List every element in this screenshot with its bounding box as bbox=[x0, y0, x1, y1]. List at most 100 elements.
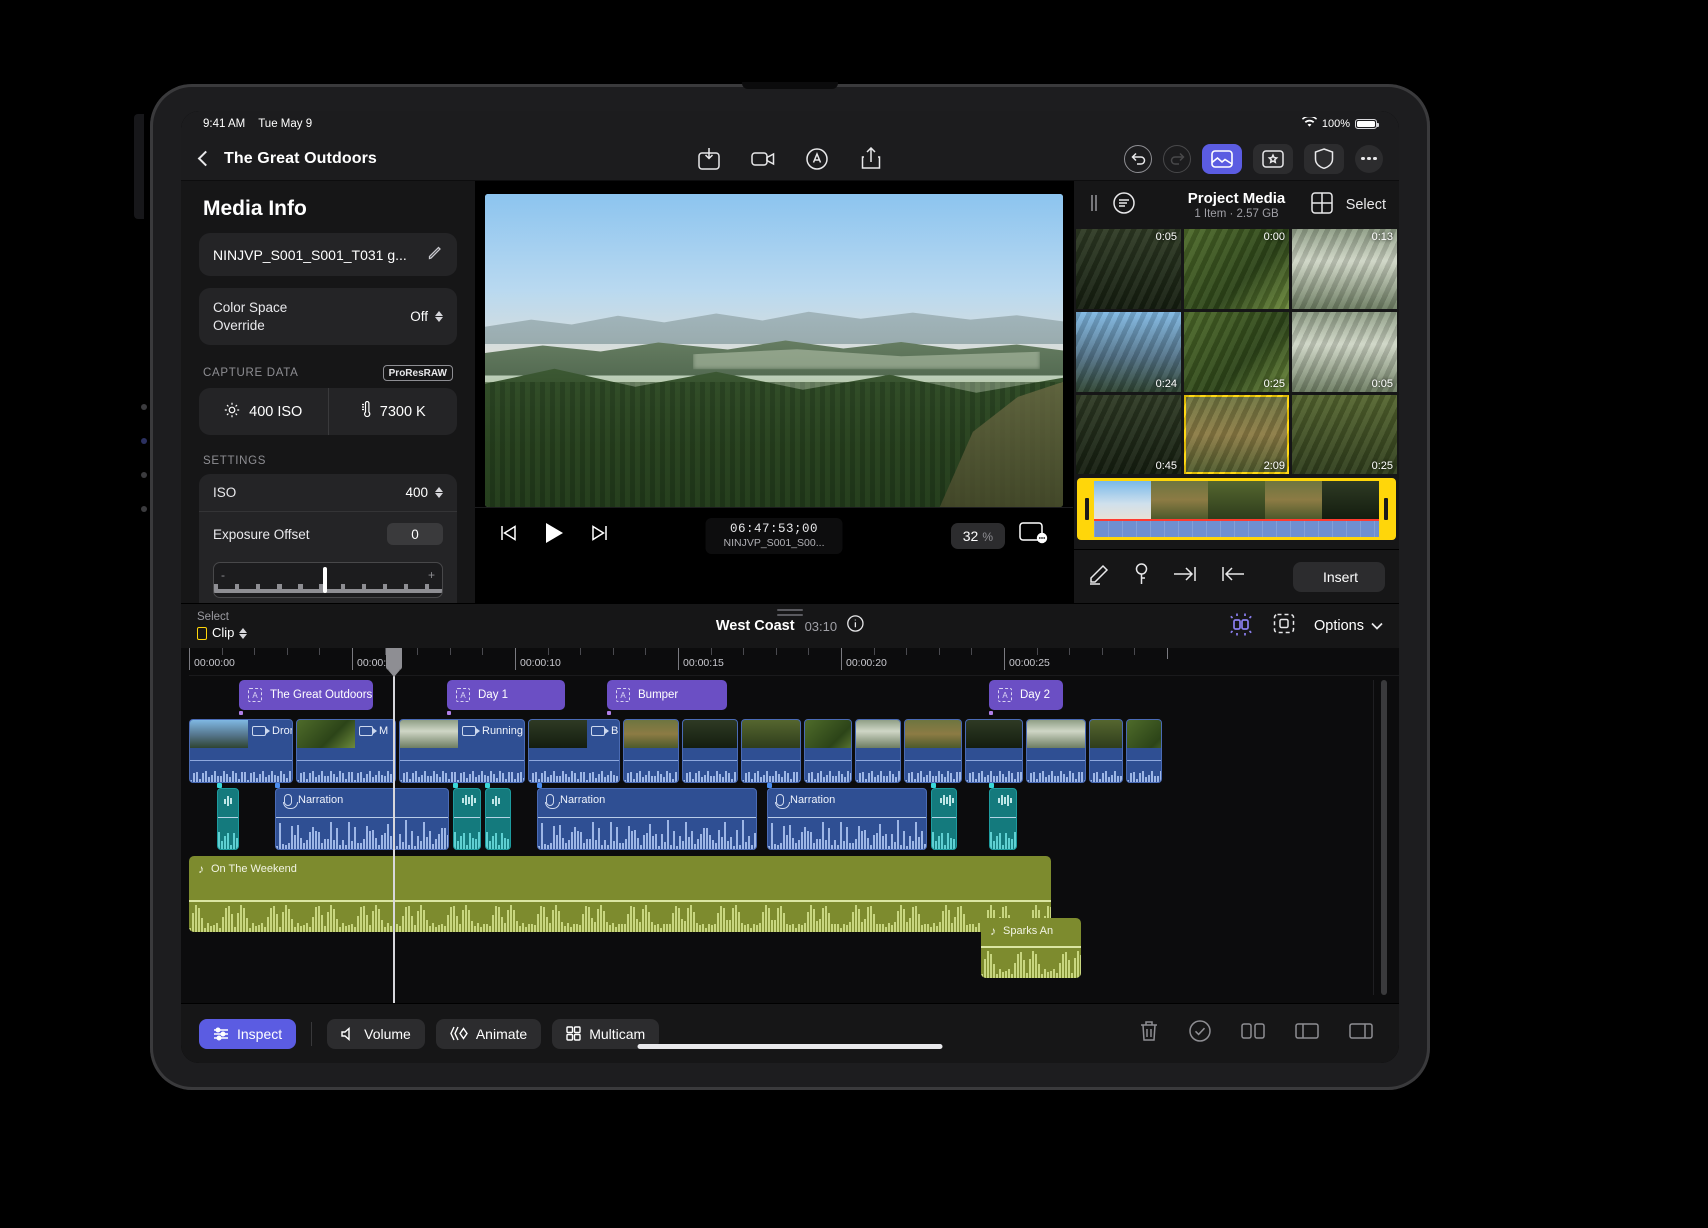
sound-effect-clip[interactable]: E bbox=[931, 788, 957, 850]
video-clip[interactable]: B bbox=[528, 719, 620, 783]
sound-effect-clip[interactable] bbox=[485, 788, 511, 850]
chevron-updown-icon[interactable] bbox=[239, 628, 248, 640]
slider-thumb[interactable] bbox=[323, 567, 328, 594]
timeline-project-name: West Coast bbox=[715, 618, 795, 634]
duplicate-icon[interactable] bbox=[1295, 1021, 1319, 1046]
play-icon[interactable] bbox=[543, 521, 565, 550]
video-clip[interactable]: Running W bbox=[399, 719, 525, 783]
clip-duration: 0:24 bbox=[1155, 377, 1177, 390]
insert-button[interactable]: Insert bbox=[1293, 562, 1385, 592]
zoom-level[interactable]: 32% bbox=[950, 522, 1005, 549]
narration-clip[interactable]: Narration bbox=[767, 788, 927, 850]
share-icon[interactable] bbox=[858, 146, 884, 172]
ruler-tick bbox=[873, 648, 875, 655]
crop-icon[interactable] bbox=[1272, 612, 1296, 640]
skip-back-icon[interactable] bbox=[499, 524, 517, 547]
inspect-button[interactable]: Inspect bbox=[199, 1018, 297, 1049]
video-clip[interactable] bbox=[1026, 719, 1086, 783]
key-icon[interactable] bbox=[1134, 563, 1149, 590]
clip-moss-tree[interactable]: 0:25 bbox=[1184, 311, 1289, 392]
clip-hillside[interactable]: 2:09 bbox=[1184, 394, 1289, 475]
timeline-options-button[interactable]: Options bbox=[1314, 618, 1383, 634]
clip-row0-a[interactable]: 0:05 bbox=[1076, 229, 1181, 309]
video-clip[interactable] bbox=[1126, 719, 1162, 783]
redo-icon[interactable] bbox=[1163, 144, 1191, 173]
timeline-scrollbar[interactable] bbox=[1373, 680, 1393, 995]
video-clip[interactable] bbox=[623, 719, 679, 783]
voiceover-icon[interactable] bbox=[804, 146, 830, 172]
pencil-icon[interactable] bbox=[427, 245, 443, 264]
browser-select-button[interactable]: Select bbox=[1346, 197, 1386, 213]
clip-creek[interactable]: 0:05 bbox=[1292, 311, 1397, 392]
video-clip[interactable]: M bbox=[296, 719, 396, 783]
sound-effect-clip[interactable]: E bbox=[453, 788, 481, 850]
grid-view-icon[interactable] bbox=[1310, 191, 1333, 219]
music-clip[interactable]: ♪ On The Weekend bbox=[189, 856, 1051, 932]
layout-icon[interactable] bbox=[1349, 1021, 1373, 1046]
clip-forest[interactable]: 0:45 bbox=[1076, 394, 1181, 475]
music-clip[interactable]: ♪ Sparks An bbox=[981, 918, 1081, 978]
timecode-display[interactable]: 06:47:53;00 NINJVP_S001_S00... bbox=[705, 517, 843, 554]
trim-end-icon[interactable] bbox=[1173, 565, 1197, 588]
video-preview[interactable] bbox=[485, 194, 1063, 507]
more-icon[interactable] bbox=[1355, 144, 1383, 173]
video-clip[interactable] bbox=[804, 719, 852, 783]
playhead[interactable] bbox=[385, 648, 402, 1003]
clip-row0-b[interactable]: 0:00 bbox=[1184, 229, 1289, 309]
sound-effect-clip[interactable] bbox=[217, 788, 239, 850]
viewer-options-icon[interactable] bbox=[1019, 521, 1049, 550]
enhance-icon[interactable] bbox=[1228, 612, 1254, 641]
clip-drone[interactable]: 0:24 bbox=[1076, 311, 1181, 392]
record-video-icon[interactable] bbox=[750, 146, 776, 172]
photo-icon[interactable] bbox=[1202, 143, 1242, 174]
timeline-select-mode[interactable]: Select Clip bbox=[197, 611, 248, 641]
import-icon[interactable] bbox=[696, 146, 722, 172]
exposure-offset-value[interactable]: 0 bbox=[387, 523, 443, 546]
trash-icon[interactable] bbox=[1139, 1020, 1159, 1047]
info-icon[interactable] bbox=[847, 615, 864, 637]
sound-effect-clip[interactable]: E bbox=[989, 788, 1017, 850]
effects-icon[interactable] bbox=[1304, 143, 1344, 174]
pause-icon[interactable] bbox=[1087, 194, 1101, 217]
title-clip[interactable]: A Bumper bbox=[607, 680, 727, 710]
animate-button[interactable]: Animate bbox=[435, 1018, 542, 1049]
filmstrip-handle-right[interactable] bbox=[1379, 481, 1393, 538]
video-clip[interactable] bbox=[904, 719, 962, 783]
title-clip[interactable]: A Day 2 bbox=[989, 680, 1063, 710]
volume-button[interactable]: Volume bbox=[327, 1018, 425, 1049]
timeline-ruler[interactable]: 00:00:00 00:00:05 00:00:10 00:00:15 00:00:20… bbox=[189, 648, 1399, 676]
title-clip[interactable]: A Day 1 bbox=[447, 680, 565, 710]
iso-row[interactable]: ISO 400 bbox=[199, 474, 457, 511]
filmstrip-scrubber[interactable] bbox=[1077, 478, 1396, 541]
filename-field[interactable]: NINJVP_S001_S001_T031 g... bbox=[199, 233, 457, 276]
video-clip[interactable] bbox=[965, 719, 1023, 783]
exposure-offset-slider[interactable]: - + bbox=[213, 562, 443, 599]
filter-icon[interactable] bbox=[1112, 191, 1136, 220]
video-clip[interactable] bbox=[855, 719, 901, 783]
check-circle-icon[interactable] bbox=[1189, 1020, 1211, 1047]
clip-trail[interactable]: 0:25 bbox=[1292, 394, 1397, 475]
title-clip[interactable]: A The Great Outdoors bbox=[239, 680, 373, 710]
narration-clip[interactable]: Narration bbox=[275, 788, 449, 850]
video-clip[interactable] bbox=[682, 719, 738, 783]
titles-icon[interactable] bbox=[1253, 143, 1293, 174]
capture-iso-value: 400 ISO bbox=[249, 403, 303, 420]
chevron-updown-icon[interactable] bbox=[435, 487, 443, 499]
chevron-left-icon[interactable] bbox=[197, 150, 214, 167]
video-clip[interactable] bbox=[741, 719, 801, 783]
timeline-scroll-area[interactable]: 00:00:00 00:00:05 00:00:10 00:00:15 00:00:20… bbox=[181, 648, 1399, 1003]
clip-thumbnail bbox=[1027, 720, 1085, 748]
video-clip[interactable] bbox=[1089, 719, 1123, 783]
clip-row0-c[interactable]: 0:13 bbox=[1292, 229, 1397, 309]
pencil-icon[interactable] bbox=[1088, 563, 1110, 590]
chevron-updown-icon[interactable] bbox=[435, 311, 443, 323]
split-icon[interactable] bbox=[1241, 1021, 1265, 1046]
insert-button-group: Insert bbox=[1293, 561, 1385, 592]
filmstrip-handle-left[interactable] bbox=[1080, 481, 1094, 538]
skip-forward-icon[interactable] bbox=[591, 524, 609, 547]
color-space-override-row[interactable]: Color Space Override Off bbox=[199, 288, 457, 346]
narration-clip[interactable]: Narration bbox=[537, 788, 757, 850]
video-clip[interactable]: Drone bbox=[189, 719, 293, 783]
trim-start-icon[interactable] bbox=[1221, 565, 1245, 588]
undo-icon[interactable] bbox=[1124, 144, 1152, 173]
